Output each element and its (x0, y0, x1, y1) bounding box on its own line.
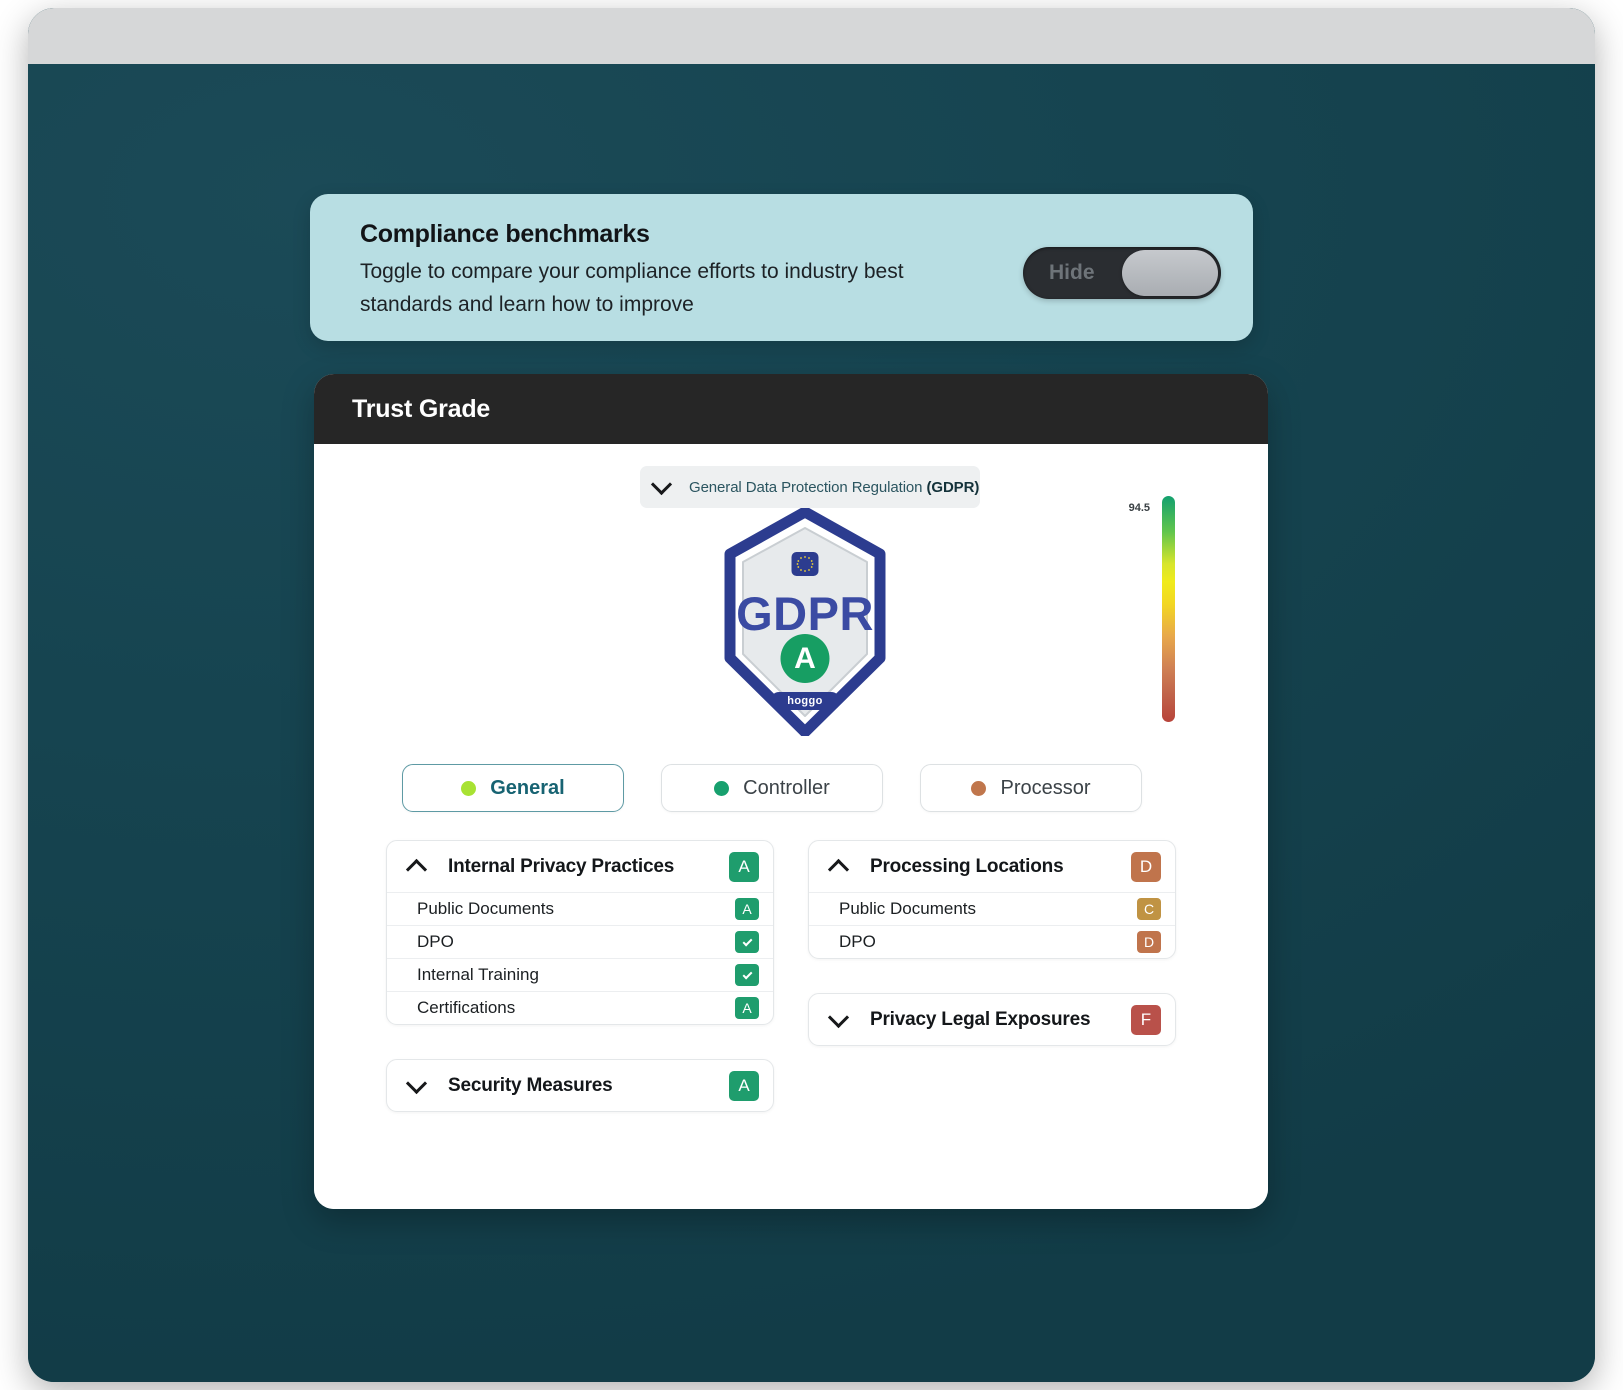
regulation-label: General Data Protection Regulation (GDPR… (689, 479, 979, 496)
chevron-down-icon (650, 473, 673, 496)
row-grade-badge: A (735, 898, 759, 920)
row-check-badge (735, 931, 759, 953)
row-grade-badge: D (1137, 931, 1161, 953)
tab-controller-dot (714, 780, 730, 796)
panel-row[interactable]: Internal Training (387, 958, 773, 991)
hide-benchmarks-toggle[interactable]: Hide (1023, 247, 1221, 299)
row-grade-badge: A (735, 997, 759, 1019)
row-label: Public Documents (839, 899, 977, 918)
screenshot-root: Compliance benchmarks Toggle to compare … (0, 0, 1623, 1390)
row-check-badge (735, 964, 759, 986)
panel-header[interactable]: Security Measures A (387, 1060, 773, 1111)
regulation-name: General Data Protection Regulation (689, 478, 927, 496)
badge-brand-label: hoggo (770, 692, 840, 710)
chevron-down-icon (827, 1006, 850, 1028)
score-value: 94.5 (1128, 502, 1150, 514)
toggle-label: Hide (1049, 261, 1095, 284)
row-label: Certifications (417, 998, 516, 1017)
panel-security-measures: Security Measures A (386, 1059, 774, 1112)
tab-processor-label: Processor (1000, 776, 1091, 799)
panel-grade-badge: A (729, 1070, 759, 1101)
regulation-dropdown[interactable]: General Data Protection Regulation (GDPR… (640, 466, 980, 508)
panels-column-left: Internal Privacy Practices A Public Docu… (386, 840, 774, 1146)
compliance-benchmarks-banner: Compliance benchmarks Toggle to compare … (310, 194, 1253, 341)
score-scale: 94.5 (1104, 488, 1214, 738)
check-icon (742, 969, 752, 979)
chevron-up-icon (827, 858, 850, 880)
row-label: Internal Training (417, 965, 539, 984)
panel-row[interactable]: DPO (387, 925, 773, 958)
panel-grade-badge: A (729, 851, 759, 882)
eu-flag-icon (791, 552, 819, 576)
page-title: Trust Grade (352, 394, 491, 423)
browser-chrome-bar (28, 8, 1595, 64)
row-label: Public Documents (417, 899, 555, 918)
panel-row[interactable]: DPO D (809, 925, 1175, 958)
tab-general-label: General (490, 776, 565, 799)
tab-processor[interactable]: Processor (920, 764, 1142, 812)
page-canvas: Compliance benchmarks Toggle to compare … (28, 64, 1595, 1382)
panels-column-right: Processing Locations D Public Documents … (808, 840, 1176, 1080)
panel-row[interactable]: Public Documents A (387, 892, 773, 925)
banner-subtitle: Toggle to compare your compliance effort… (360, 260, 904, 316)
gdpr-badge: GDPR A hoggo (720, 508, 890, 736)
tab-processor-dot (971, 780, 987, 796)
chevron-up-icon (405, 858, 428, 880)
tab-controller-label: Controller (743, 776, 830, 799)
panel-header[interactable]: Internal Privacy Practices A (387, 841, 773, 892)
badge-grade-circle: A (780, 634, 830, 683)
panel-row[interactable]: Public Documents C (809, 892, 1175, 925)
panel-title: Privacy Legal Exposures (870, 1008, 1091, 1030)
trust-grade-header: Trust Grade (314, 374, 1268, 444)
banner-title: Compliance benchmarks (360, 220, 650, 248)
panel-privacy-legal-exposures: Privacy Legal Exposures F (808, 993, 1176, 1046)
regulation-abbr: (GDPR) (926, 478, 980, 496)
badge-regulation-name: GDPR (736, 587, 874, 640)
row-label: DPO (417, 932, 454, 951)
tab-general-dot (461, 780, 477, 796)
panel-grade-badge: F (1131, 1004, 1161, 1035)
score-gradient-bar (1162, 496, 1175, 722)
panel-header[interactable]: Processing Locations D (809, 841, 1175, 892)
panel-grade-badge: D (1131, 851, 1161, 882)
panel-internal-privacy-practices: Internal Privacy Practices A Public Docu… (386, 840, 774, 1025)
trust-grade-card: Trust Grade General Data Protection Regu… (314, 374, 1268, 1209)
role-tabs: General Controller Processor (402, 764, 1142, 812)
row-label: DPO (839, 932, 876, 951)
panel-title: Security Measures (448, 1074, 613, 1096)
browser-window: Compliance benchmarks Toggle to compare … (28, 8, 1595, 1382)
eu-stars-icon (796, 556, 814, 572)
toggle-knob[interactable] (1122, 250, 1218, 296)
panel-title: Processing Locations (870, 855, 1064, 877)
panel-processing-locations: Processing Locations D Public Documents … (808, 840, 1176, 959)
row-grade-badge: C (1137, 898, 1161, 920)
panel-header[interactable]: Privacy Legal Exposures F (809, 994, 1175, 1045)
chevron-down-icon (405, 1072, 428, 1094)
trust-grade-body: General Data Protection Regulation (GDPR… (314, 444, 1268, 1209)
panel-title: Internal Privacy Practices (448, 855, 675, 877)
panel-row[interactable]: Certifications A (387, 991, 773, 1024)
check-icon (742, 936, 752, 946)
tab-general[interactable]: General (402, 764, 624, 812)
tab-controller[interactable]: Controller (661, 764, 883, 812)
